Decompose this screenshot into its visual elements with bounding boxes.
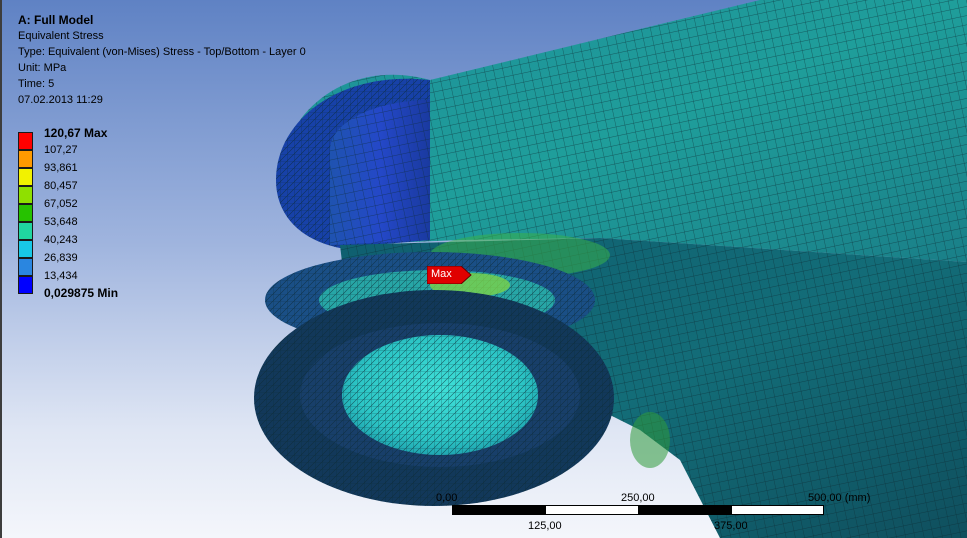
result-unit: Unit: MPa xyxy=(18,62,67,74)
graphics-viewport[interactable]: Max A: Full Model Equivalent Stress Type… xyxy=(0,0,967,538)
result-type: Type: Equivalent (von-Mises) Stress - To… xyxy=(18,46,306,58)
legend-swatch xyxy=(18,186,33,204)
model-title: A: Full Model xyxy=(18,13,94,27)
legend-value: 26,839 xyxy=(44,252,78,264)
legend-value: 107,27 xyxy=(44,144,78,156)
legend-value: 67,052 xyxy=(44,198,78,210)
scale-label: 0,00 xyxy=(436,492,458,504)
legend-value: 13,434 xyxy=(44,270,78,282)
scale-label: 500,00 (mm) xyxy=(808,492,871,504)
scale-label: 250,00 xyxy=(621,492,655,504)
probe-label: Max xyxy=(431,268,452,280)
legend-swatch xyxy=(18,150,33,168)
scale-label: 375,00 xyxy=(714,520,748,532)
scale-segment xyxy=(452,505,546,515)
scale-segment xyxy=(638,505,732,515)
legend-swatch xyxy=(18,132,33,150)
legend-swatch xyxy=(18,168,33,186)
result-time: Time: 5 xyxy=(18,78,55,90)
legend-swatch xyxy=(18,222,33,240)
scale-segment xyxy=(545,505,639,515)
legend-swatch xyxy=(18,276,33,294)
legend-value: 53,648 xyxy=(44,216,78,228)
legend-swatch xyxy=(18,258,33,276)
scale-label: 125,00 xyxy=(528,520,562,532)
scale-bar xyxy=(452,505,824,515)
result-name: Equivalent Stress xyxy=(18,30,104,42)
scale-segment xyxy=(731,505,824,515)
max-probe-flag[interactable]: Max xyxy=(427,266,472,284)
legend-max: 120,67 Max xyxy=(44,126,108,140)
legend-value: 80,457 xyxy=(44,180,78,192)
model-geometry[interactable] xyxy=(0,0,967,538)
legend-value: 40,243 xyxy=(44,234,78,246)
legend-swatch xyxy=(18,240,33,258)
legend-value: 93,861 xyxy=(44,162,78,174)
legend-swatch xyxy=(18,204,33,222)
legend-min: 0,029875 Min xyxy=(44,286,119,300)
result-timestamp: 07.02.2013 11:29 xyxy=(18,94,103,106)
